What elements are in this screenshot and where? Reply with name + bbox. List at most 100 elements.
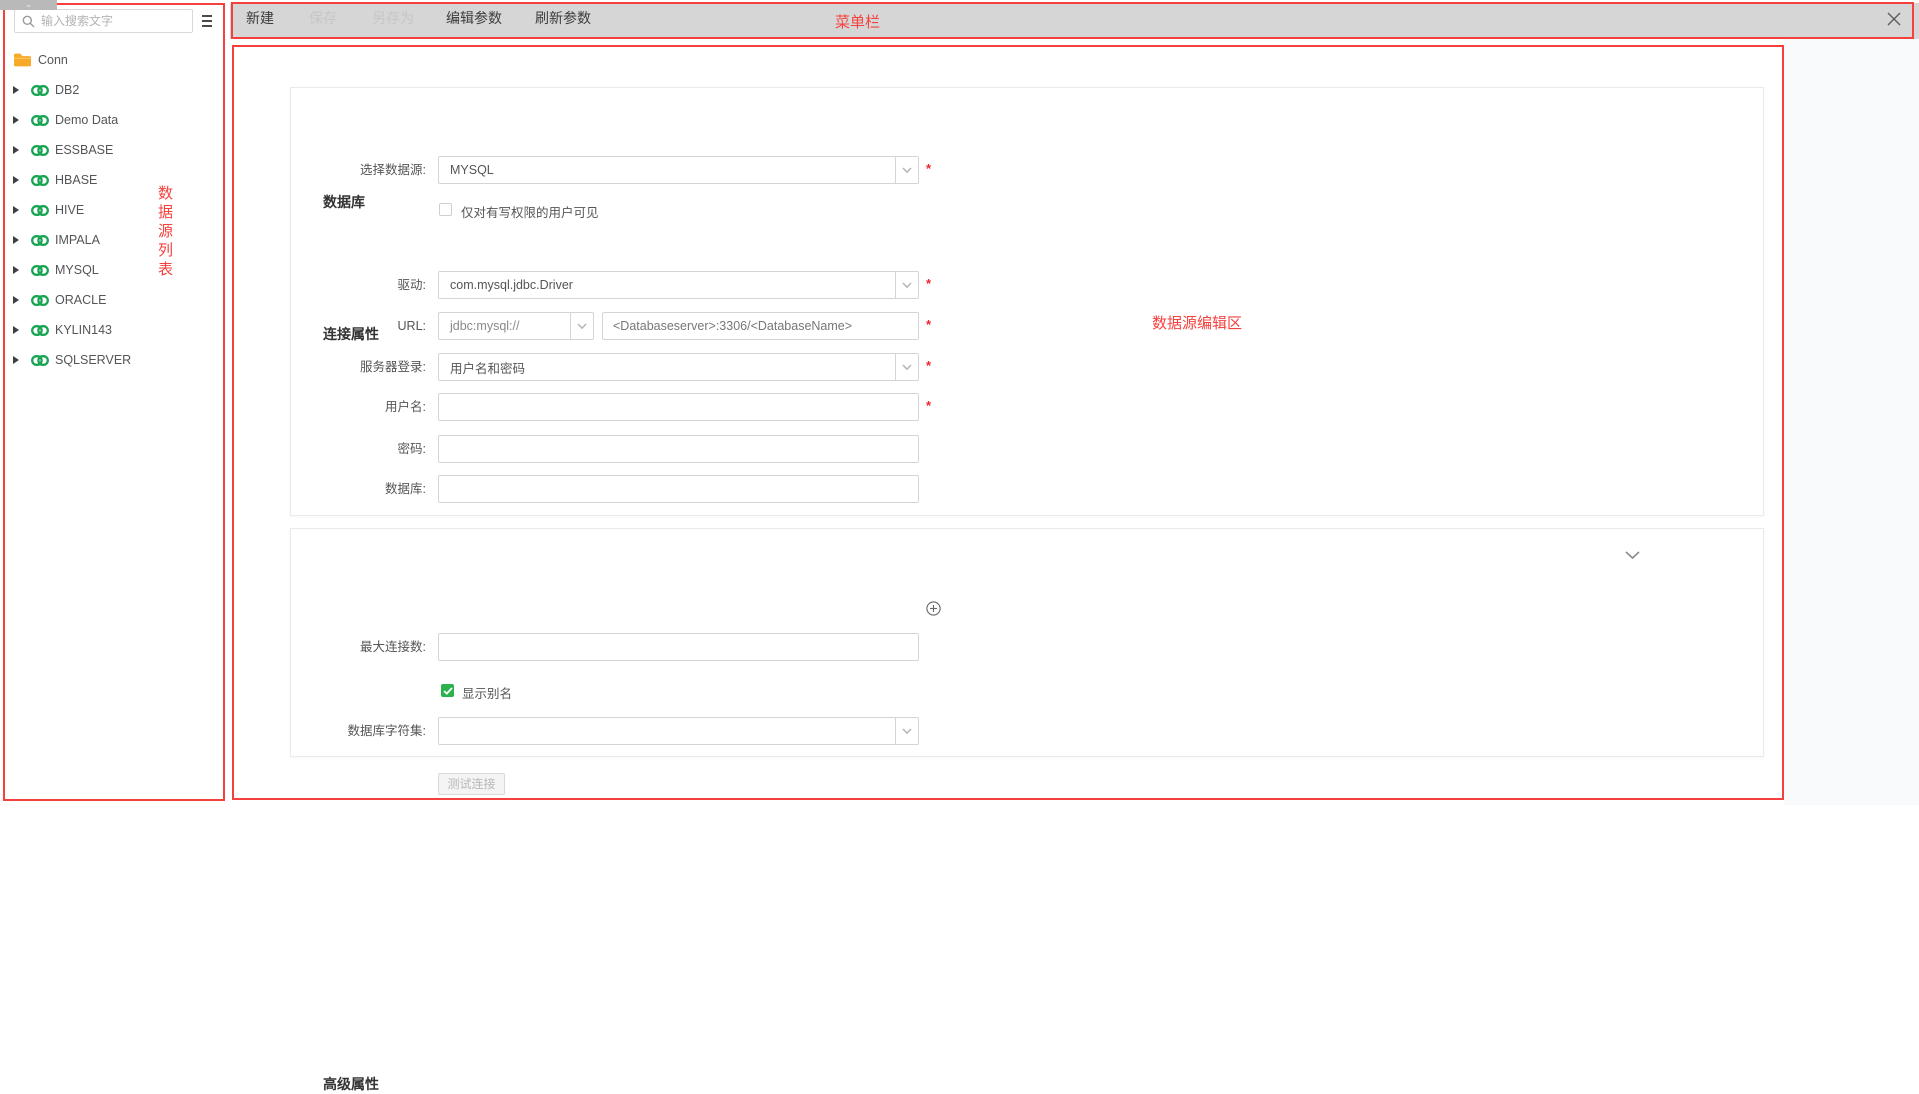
connection-link-icon — [31, 325, 49, 336]
database-section-title: 数据库 — [323, 192, 365, 212]
datasource-select-value: MYSQL — [439, 163, 895, 177]
show-alias-label: 显示别名 — [462, 683, 512, 702]
chevron-down-icon — [895, 157, 918, 183]
tree-item-demo-data[interactable]: Demo Data — [0, 110, 222, 130]
connection-link-icon — [31, 265, 49, 276]
url-label: URL: — [291, 312, 426, 340]
password-label: 密码: — [291, 435, 426, 463]
connection-link-icon — [31, 85, 49, 96]
max-connections-input[interactable] — [438, 633, 919, 661]
tree-item-label: Demo Data — [55, 113, 118, 127]
server-login-label: 服务器登录: — [291, 353, 426, 381]
tree-item-label: HIVE — [55, 203, 84, 217]
test-connection-button[interactable]: 测试连接 — [438, 773, 505, 795]
expand-arrow-icon[interactable] — [13, 86, 19, 94]
chevron-down-icon: ⌄ — [25, 0, 33, 9]
datasource-label: 选择数据源: — [291, 156, 426, 184]
expand-arrow-icon[interactable] — [13, 266, 19, 274]
driver-select-value: com.mysql.jdbc.Driver — [439, 278, 895, 292]
url-input[interactable]: <Databaseserver>:3306/<DatabaseName> — [602, 312, 919, 340]
expand-arrow-icon[interactable] — [13, 176, 19, 184]
menu-item-new[interactable]: 新建 — [246, 0, 274, 36]
search-icon — [22, 15, 35, 28]
tree-item-oracle[interactable]: ORACLE — [0, 290, 222, 310]
sidebar-collapse-tab[interactable]: ⌄ — [0, 0, 57, 10]
chevron-down-icon — [895, 354, 918, 380]
connection-link-icon — [31, 235, 49, 246]
url-protocol-select[interactable]: jdbc:mysql:// — [438, 312, 594, 340]
visibility-checkbox[interactable] — [439, 203, 452, 216]
username-label: 用户名: — [291, 393, 426, 421]
menu-item-save[interactable]: 保存 — [309, 0, 337, 36]
menu-item-edit-params[interactable]: 编辑参数 — [446, 0, 502, 36]
database-panel: 数据库 连接属性 选择数据源: MYSQL * 仅对有写权限的用户可见 驱动: … — [290, 87, 1764, 516]
server-login-value: 用户名和密码 — [439, 358, 895, 377]
driver-label: 驱动: — [291, 271, 426, 299]
tree-item-essbase[interactable]: ESSBASE — [0, 140, 222, 160]
tree-item-label: IMPALA — [55, 233, 100, 247]
expand-arrow-icon[interactable] — [13, 236, 19, 244]
server-login-select[interactable]: 用户名和密码 — [438, 353, 919, 381]
tree-item-db2[interactable]: DB2 — [0, 80, 222, 100]
connection-link-icon — [31, 205, 49, 216]
charset-select[interactable] — [438, 717, 919, 745]
advanced-panel: 高级属性 最大连接数: 显示别名 数据库字符集: — [290, 528, 1764, 757]
connection-link-icon — [31, 295, 49, 306]
tree-item-label: DB2 — [55, 83, 79, 97]
search-box — [14, 9, 193, 33]
advanced-section-title: 高级属性 — [323, 1074, 379, 1094]
required-marker: * — [926, 276, 931, 291]
required-marker: * — [926, 398, 931, 413]
required-marker: * — [926, 317, 931, 332]
list-menu-button[interactable] — [202, 15, 213, 27]
folder-icon — [13, 52, 32, 68]
max-connections-label: 最大连接数: — [291, 633, 426, 661]
tree-root-label: Conn — [38, 53, 68, 67]
close-button[interactable] — [1886, 11, 1902, 32]
collapse-chevron-icon[interactable] — [1625, 547, 1640, 565]
menu-item-save-as[interactable]: 另存为 — [372, 0, 414, 36]
page-background — [1784, 39, 1919, 805]
tree-item-label: MYSQL — [55, 263, 99, 277]
password-input[interactable] — [438, 435, 919, 463]
tree-item-label: HBASE — [55, 173, 97, 187]
expand-arrow-icon[interactable] — [13, 206, 19, 214]
tree-item-sqlserver[interactable]: SQLSERVER — [0, 350, 222, 370]
username-input[interactable] — [438, 393, 919, 421]
database-name-input[interactable] — [438, 475, 919, 503]
visibility-checkbox-label: 仅对有写权限的用户可见 — [461, 202, 599, 221]
expand-arrow-icon[interactable] — [13, 326, 19, 334]
check-icon — [443, 687, 453, 695]
tree-item-impala[interactable]: IMPALA — [0, 230, 222, 250]
chevron-down-icon — [895, 718, 918, 744]
show-alias-checkbox[interactable] — [441, 684, 454, 697]
chevron-down-icon — [570, 313, 593, 339]
search-input[interactable] — [41, 14, 196, 28]
expand-arrow-icon[interactable] — [13, 146, 19, 154]
expand-arrow-icon[interactable] — [13, 116, 19, 124]
tree-item-hbase[interactable]: HBASE — [0, 170, 222, 190]
required-marker: * — [926, 358, 931, 373]
tree-item-label: ORACLE — [55, 293, 106, 307]
expand-arrow-icon[interactable] — [13, 296, 19, 304]
expand-arrow-icon[interactable] — [13, 356, 19, 364]
required-marker: * — [926, 161, 931, 176]
add-property-button[interactable] — [926, 601, 941, 621]
tree-item-label: ESSBASE — [55, 143, 113, 157]
connection-link-icon — [31, 175, 49, 186]
charset-label: 数据库字符集: — [291, 717, 426, 745]
tree-root-conn[interactable]: Conn — [0, 50, 222, 70]
close-icon — [1886, 14, 1902, 31]
plus-circle-icon — [926, 603, 941, 620]
connection-link-icon — [31, 145, 49, 156]
annotation-datasource-list: 数据源列表 — [156, 185, 173, 280]
connection-link-icon — [31, 115, 49, 126]
tree-item-kylin143[interactable]: KYLIN143 — [0, 320, 222, 340]
datasource-select[interactable]: MYSQL — [438, 156, 919, 184]
tree-item-label: SQLSERVER — [55, 353, 131, 367]
tree-item-mysql[interactable]: MYSQL — [0, 260, 222, 280]
menu-item-refresh-params[interactable]: 刷新参数 — [535, 0, 591, 36]
tree-item-hive[interactable]: HIVE — [0, 200, 222, 220]
driver-select[interactable]: com.mysql.jdbc.Driver — [438, 271, 919, 299]
connection-link-icon — [31, 355, 49, 366]
